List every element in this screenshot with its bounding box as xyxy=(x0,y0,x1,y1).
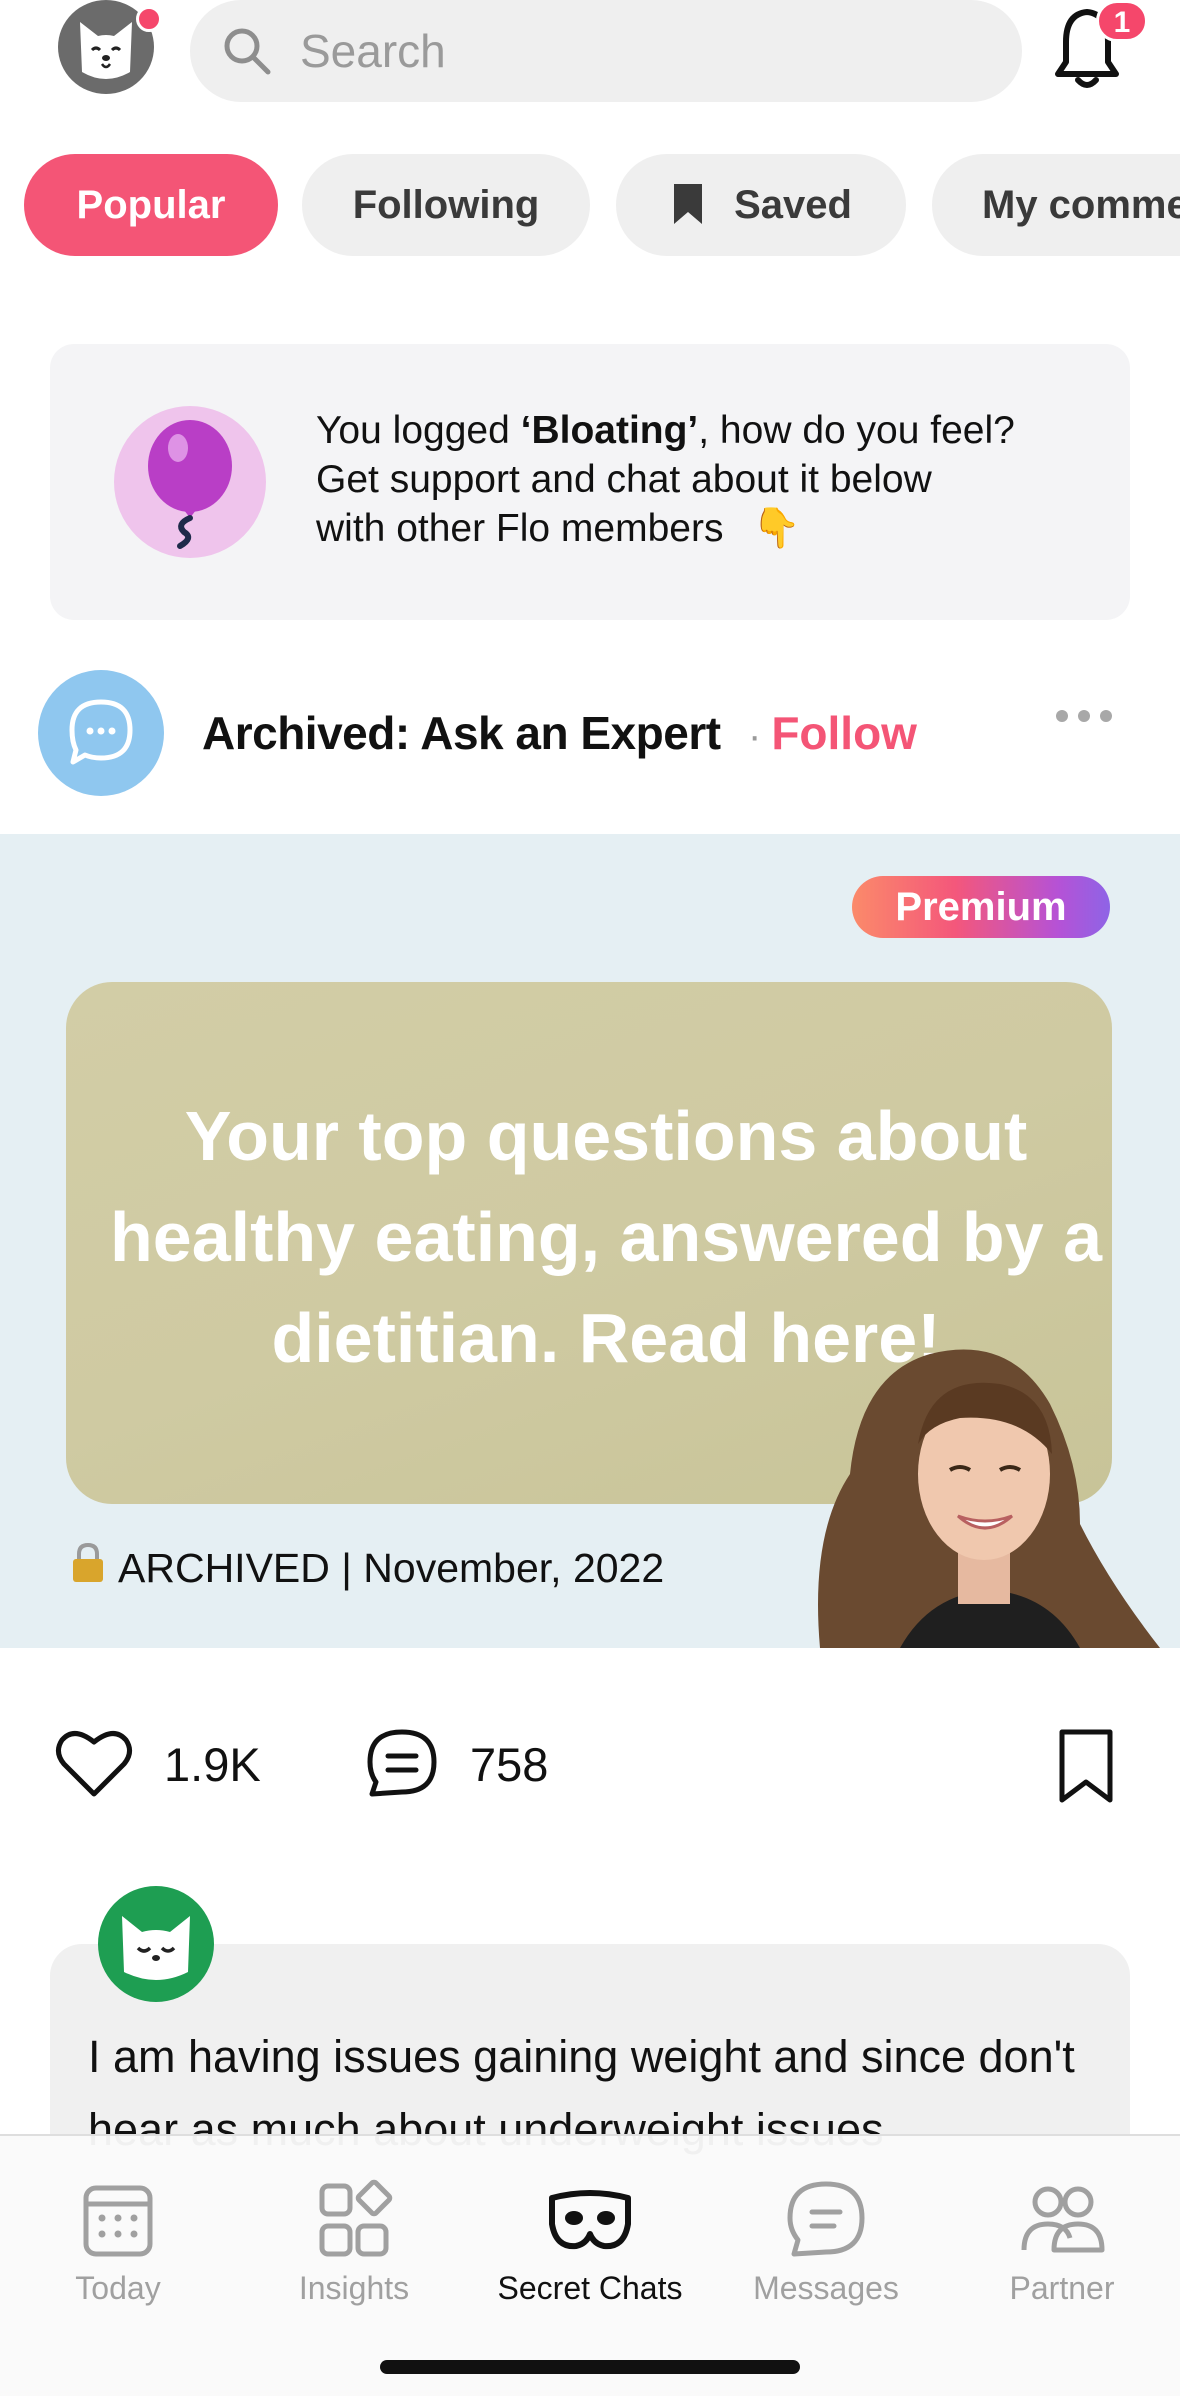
archived-date: ARCHIVED | November, 2022 xyxy=(118,1545,665,1591)
banner-symptom: ‘Bloating’ xyxy=(520,409,699,452)
insights-grid-icon xyxy=(319,2179,393,2257)
banner-text-prefix: You logged xyxy=(316,409,521,452)
chip-following[interactable]: Following xyxy=(302,154,590,256)
chip-saved[interactable]: Saved xyxy=(616,154,906,256)
likes-count: 1.9K xyxy=(164,1738,261,1791)
home-indicator[interactable] xyxy=(380,2360,800,2374)
tab-today-label: Today xyxy=(75,2270,161,2306)
pointing-down-icon: 👇 xyxy=(752,507,801,550)
profile-notification-dot xyxy=(136,6,162,32)
tab-messages[interactable]: Messages xyxy=(708,2156,944,2326)
chip-saved-label: Saved xyxy=(734,183,852,227)
tab-secret-chats-label: Secret Chats xyxy=(497,2270,683,2306)
banner-line-2: Get support and chat about it below xyxy=(316,458,932,501)
post-group-title[interactable]: Archived: Ask an Expert xyxy=(202,700,721,766)
chat-bubble-icon xyxy=(69,699,133,765)
search-input[interactable]: Search xyxy=(190,0,1022,102)
title-separator: · xyxy=(748,714,762,758)
tab-secret-chats[interactable]: Secret Chats xyxy=(472,2156,708,2326)
post-header: Archived: Ask an Expert · Follow xyxy=(0,670,1180,800)
follow-label: Follow xyxy=(771,707,917,759)
heart-icon[interactable] xyxy=(54,1726,134,1800)
search-placeholder: Search xyxy=(300,25,446,77)
follow-button[interactable]: · Follow xyxy=(748,700,917,769)
bookmark-icon[interactable] xyxy=(1056,1726,1116,1806)
banner-text-suffix: , how do you feel? xyxy=(698,409,1015,452)
commenter-avatar xyxy=(98,1886,214,2002)
chip-my-comments[interactable]: My comme xyxy=(932,154,1180,256)
calendar-icon xyxy=(83,2185,153,2257)
chip-popular[interactable]: Popular xyxy=(24,154,278,256)
comment-icon[interactable] xyxy=(364,1726,440,1802)
post-hero[interactable]: Premium Your top questions about healthy… xyxy=(0,834,1180,1648)
partner-icon xyxy=(1021,2186,1105,2253)
search-icon xyxy=(224,28,271,75)
bottom-tab-bar: Today Insights Secret Chats Messages Par… xyxy=(0,2134,1180,2396)
top-header: Search 1 xyxy=(0,0,1180,110)
message-bubble-icon xyxy=(787,2181,865,2257)
banner-message: You logged ‘Bloating’, how do you feel? … xyxy=(316,406,1116,553)
more-options-icon[interactable] xyxy=(1054,708,1114,724)
cat-avatar-icon xyxy=(122,1916,190,1980)
balloon-icon xyxy=(114,406,266,558)
archived-label: ARCHIVED | November, 2022 xyxy=(70,1540,664,1596)
chat-group-avatar[interactable] xyxy=(38,670,164,796)
dietitian-photo xyxy=(818,1349,1160,1648)
bookmark-icon xyxy=(674,184,703,225)
tab-insights-label: Insights xyxy=(298,2270,410,2306)
premium-badge: Premium xyxy=(852,876,1110,938)
symptom-banner[interactable]: You logged ‘Bloating’, how do you feel? … xyxy=(50,344,1130,620)
tab-partner-label: Partner xyxy=(1009,2270,1115,2306)
banner-line-3: with other Flo members xyxy=(316,507,724,550)
comments-count: 758 xyxy=(470,1738,549,1791)
tab-today[interactable]: Today xyxy=(0,2156,236,2326)
tab-insights[interactable]: Insights xyxy=(236,2156,472,2326)
post-actions: 1.9K 758 xyxy=(0,1706,1180,1826)
lock-icon xyxy=(73,1542,103,1582)
mask-icon xyxy=(549,2190,631,2250)
filter-chips: Popular Following Saved My comme xyxy=(0,154,1180,256)
tab-messages-label: Messages xyxy=(753,2270,899,2306)
tab-partner[interactable]: Partner xyxy=(944,2156,1180,2326)
notification-badge: 1 xyxy=(1096,0,1148,42)
